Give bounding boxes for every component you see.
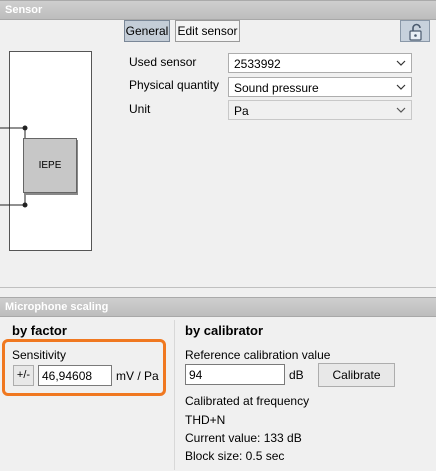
reference-calibration-unit: dB bbox=[289, 368, 304, 382]
calibrate-button[interactable]: Calibrate bbox=[318, 363, 395, 387]
mic-scaling-section-title: Microphone scaling bbox=[5, 301, 109, 313]
group-separator bbox=[174, 320, 175, 470]
thd-n-label: THD+N bbox=[185, 413, 226, 427]
block-size-label: Block size: 0.5 sec bbox=[185, 449, 285, 463]
sensitivity-input[interactable]: 46,94608 bbox=[38, 365, 112, 386]
used-sensor-select[interactable]: 2533992 bbox=[228, 53, 412, 73]
by-calibrator-title: by calibrator bbox=[185, 323, 264, 338]
lock-button[interactable] bbox=[400, 20, 430, 42]
chevron-down-icon bbox=[396, 60, 406, 66]
mic-scaling-section-header: Microphone scaling bbox=[0, 297, 436, 317]
sensitivity-unit: mV / Pa bbox=[116, 369, 159, 383]
by-factor-title: by factor bbox=[12, 323, 67, 338]
sensor-section-header: Sensor bbox=[0, 0, 436, 20]
tab-edit-sensor-label: Edit sensor bbox=[177, 24, 238, 38]
unit-value: Pa bbox=[234, 104, 249, 118]
iepe-block: IEPE bbox=[23, 138, 77, 193]
used-sensor-label: Used sensor bbox=[129, 55, 197, 69]
sign-toggle-button[interactable]: +/- bbox=[13, 365, 34, 386]
chevron-down-icon bbox=[396, 84, 406, 90]
unit-select[interactable]: Pa bbox=[228, 100, 412, 120]
current-value-label: Current value: 133 dB bbox=[185, 431, 302, 445]
reference-calibration-input[interactable]: 94 bbox=[185, 364, 285, 385]
reference-calibration-value: 94 bbox=[189, 368, 203, 382]
physical-quantity-value: Sound pressure bbox=[234, 81, 319, 95]
physical-quantity-label: Physical quantity bbox=[129, 78, 220, 92]
used-sensor-value: 2533992 bbox=[234, 57, 281, 71]
unlocked-padlock-icon bbox=[409, 23, 422, 41]
sensitivity-label: Sensitivity bbox=[12, 348, 67, 362]
calibrate-label: Calibrate bbox=[332, 368, 381, 382]
tab-general[interactable]: General bbox=[124, 20, 170, 42]
calibrated-frequency-label: Calibrated at frequency bbox=[185, 394, 310, 408]
sensitivity-value: 46,94608 bbox=[42, 369, 93, 383]
sensor-section-title: Sensor bbox=[5, 4, 43, 16]
unit-label: Unit bbox=[129, 102, 151, 116]
section-divider bbox=[0, 287, 436, 288]
physical-quantity-select[interactable]: Sound pressure bbox=[228, 77, 412, 97]
tab-general-label: General bbox=[125, 24, 169, 38]
chevron-down-icon bbox=[396, 107, 406, 113]
iepe-block-label: IEPE bbox=[38, 160, 62, 171]
tab-edit-sensor[interactable]: Edit sensor bbox=[175, 20, 240, 42]
sign-toggle-label: +/- bbox=[16, 369, 31, 381]
reference-calibration-label: Reference calibration value bbox=[185, 348, 331, 362]
